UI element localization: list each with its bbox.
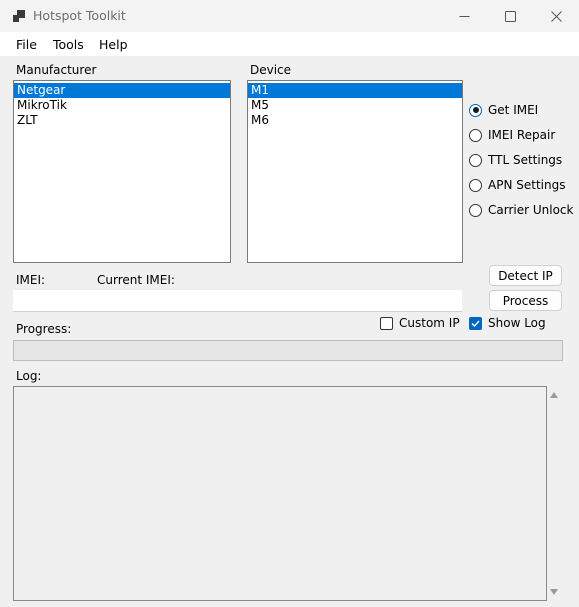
menu-bar: File Tools Help (0, 32, 579, 56)
log-scrollbar[interactable] (547, 386, 561, 601)
manufacturer-item-mikrotik[interactable]: MikroTik (14, 98, 230, 113)
manufacturer-label: Manufacturer (16, 63, 97, 77)
log-textarea[interactable] (13, 386, 547, 601)
radio-get-imei[interactable]: Get IMEI (469, 102, 538, 118)
manufacturer-item-netgear[interactable]: Netgear (14, 83, 230, 98)
progress-bar (13, 340, 563, 361)
menu-file[interactable]: File (16, 37, 37, 52)
log-label: Log: (16, 369, 42, 383)
radio-indicator (469, 203, 482, 217)
close-icon (550, 10, 562, 22)
device-item-m5[interactable]: M5 (248, 98, 462, 113)
radio-imei-repair[interactable]: IMEI Repair (469, 127, 555, 143)
radio-indicator (469, 128, 482, 142)
manufacturer-item-zlt[interactable]: ZLT (14, 113, 230, 128)
progress-label: Progress: (16, 322, 72, 336)
manufacturer-listbox[interactable]: Netgear MikroTik ZLT (13, 80, 231, 263)
close-button[interactable] (533, 0, 579, 32)
minimize-icon (459, 15, 469, 17)
device-label: Device (250, 63, 292, 77)
radio-apn-settings[interactable]: APN Settings (469, 177, 565, 193)
radio-apn-settings-label: APN Settings (488, 178, 566, 192)
checkbox-unchecked (380, 316, 393, 330)
maximize-button[interactable] (487, 0, 533, 32)
maximize-icon (504, 10, 516, 22)
device-item-m6[interactable]: M6 (248, 113, 462, 128)
window-title: Hotspot Toolkit (33, 8, 126, 23)
radio-carrier-unlock-label: Carrier Unlock (488, 203, 574, 217)
device-item-m1[interactable]: M1 (248, 83, 462, 98)
radio-indicator (469, 153, 482, 167)
radio-ttl-settings[interactable]: TTL Settings (469, 152, 562, 168)
imei-input[interactable] (13, 290, 462, 312)
minimize-button[interactable] (441, 0, 487, 32)
radio-selected-indicator (469, 103, 482, 117)
device-listbox[interactable]: M1 M5 M6 (247, 80, 463, 263)
scroll-up-icon[interactable] (550, 392, 558, 398)
custom-ip-label: Custom IP (399, 316, 460, 330)
current-imei-label: Current IMEI: (97, 273, 175, 287)
title-bar: Hotspot Toolkit (0, 0, 579, 32)
radio-ttl-settings-label: TTL Settings (488, 153, 563, 167)
radio-imei-repair-label: IMEI Repair (488, 128, 556, 142)
custom-ip-checkbox[interactable]: Custom IP (380, 315, 460, 331)
imei-label: IMEI: (16, 273, 46, 287)
scroll-down-icon[interactable] (550, 589, 558, 595)
checkmark-icon (469, 316, 482, 330)
menu-tools[interactable]: Tools (53, 37, 84, 52)
menu-help[interactable]: Help (99, 37, 128, 52)
show-log-checkbox[interactable]: Show Log (469, 315, 546, 331)
radio-get-imei-label: Get IMEI (488, 103, 539, 117)
app-window-icon (13, 10, 25, 22)
radio-indicator (469, 178, 482, 192)
process-button[interactable]: Process (489, 290, 562, 311)
detect-ip-button[interactable]: Detect IP (489, 265, 562, 286)
radio-carrier-unlock[interactable]: Carrier Unlock (469, 202, 573, 218)
show-log-label: Show Log (488, 316, 546, 330)
